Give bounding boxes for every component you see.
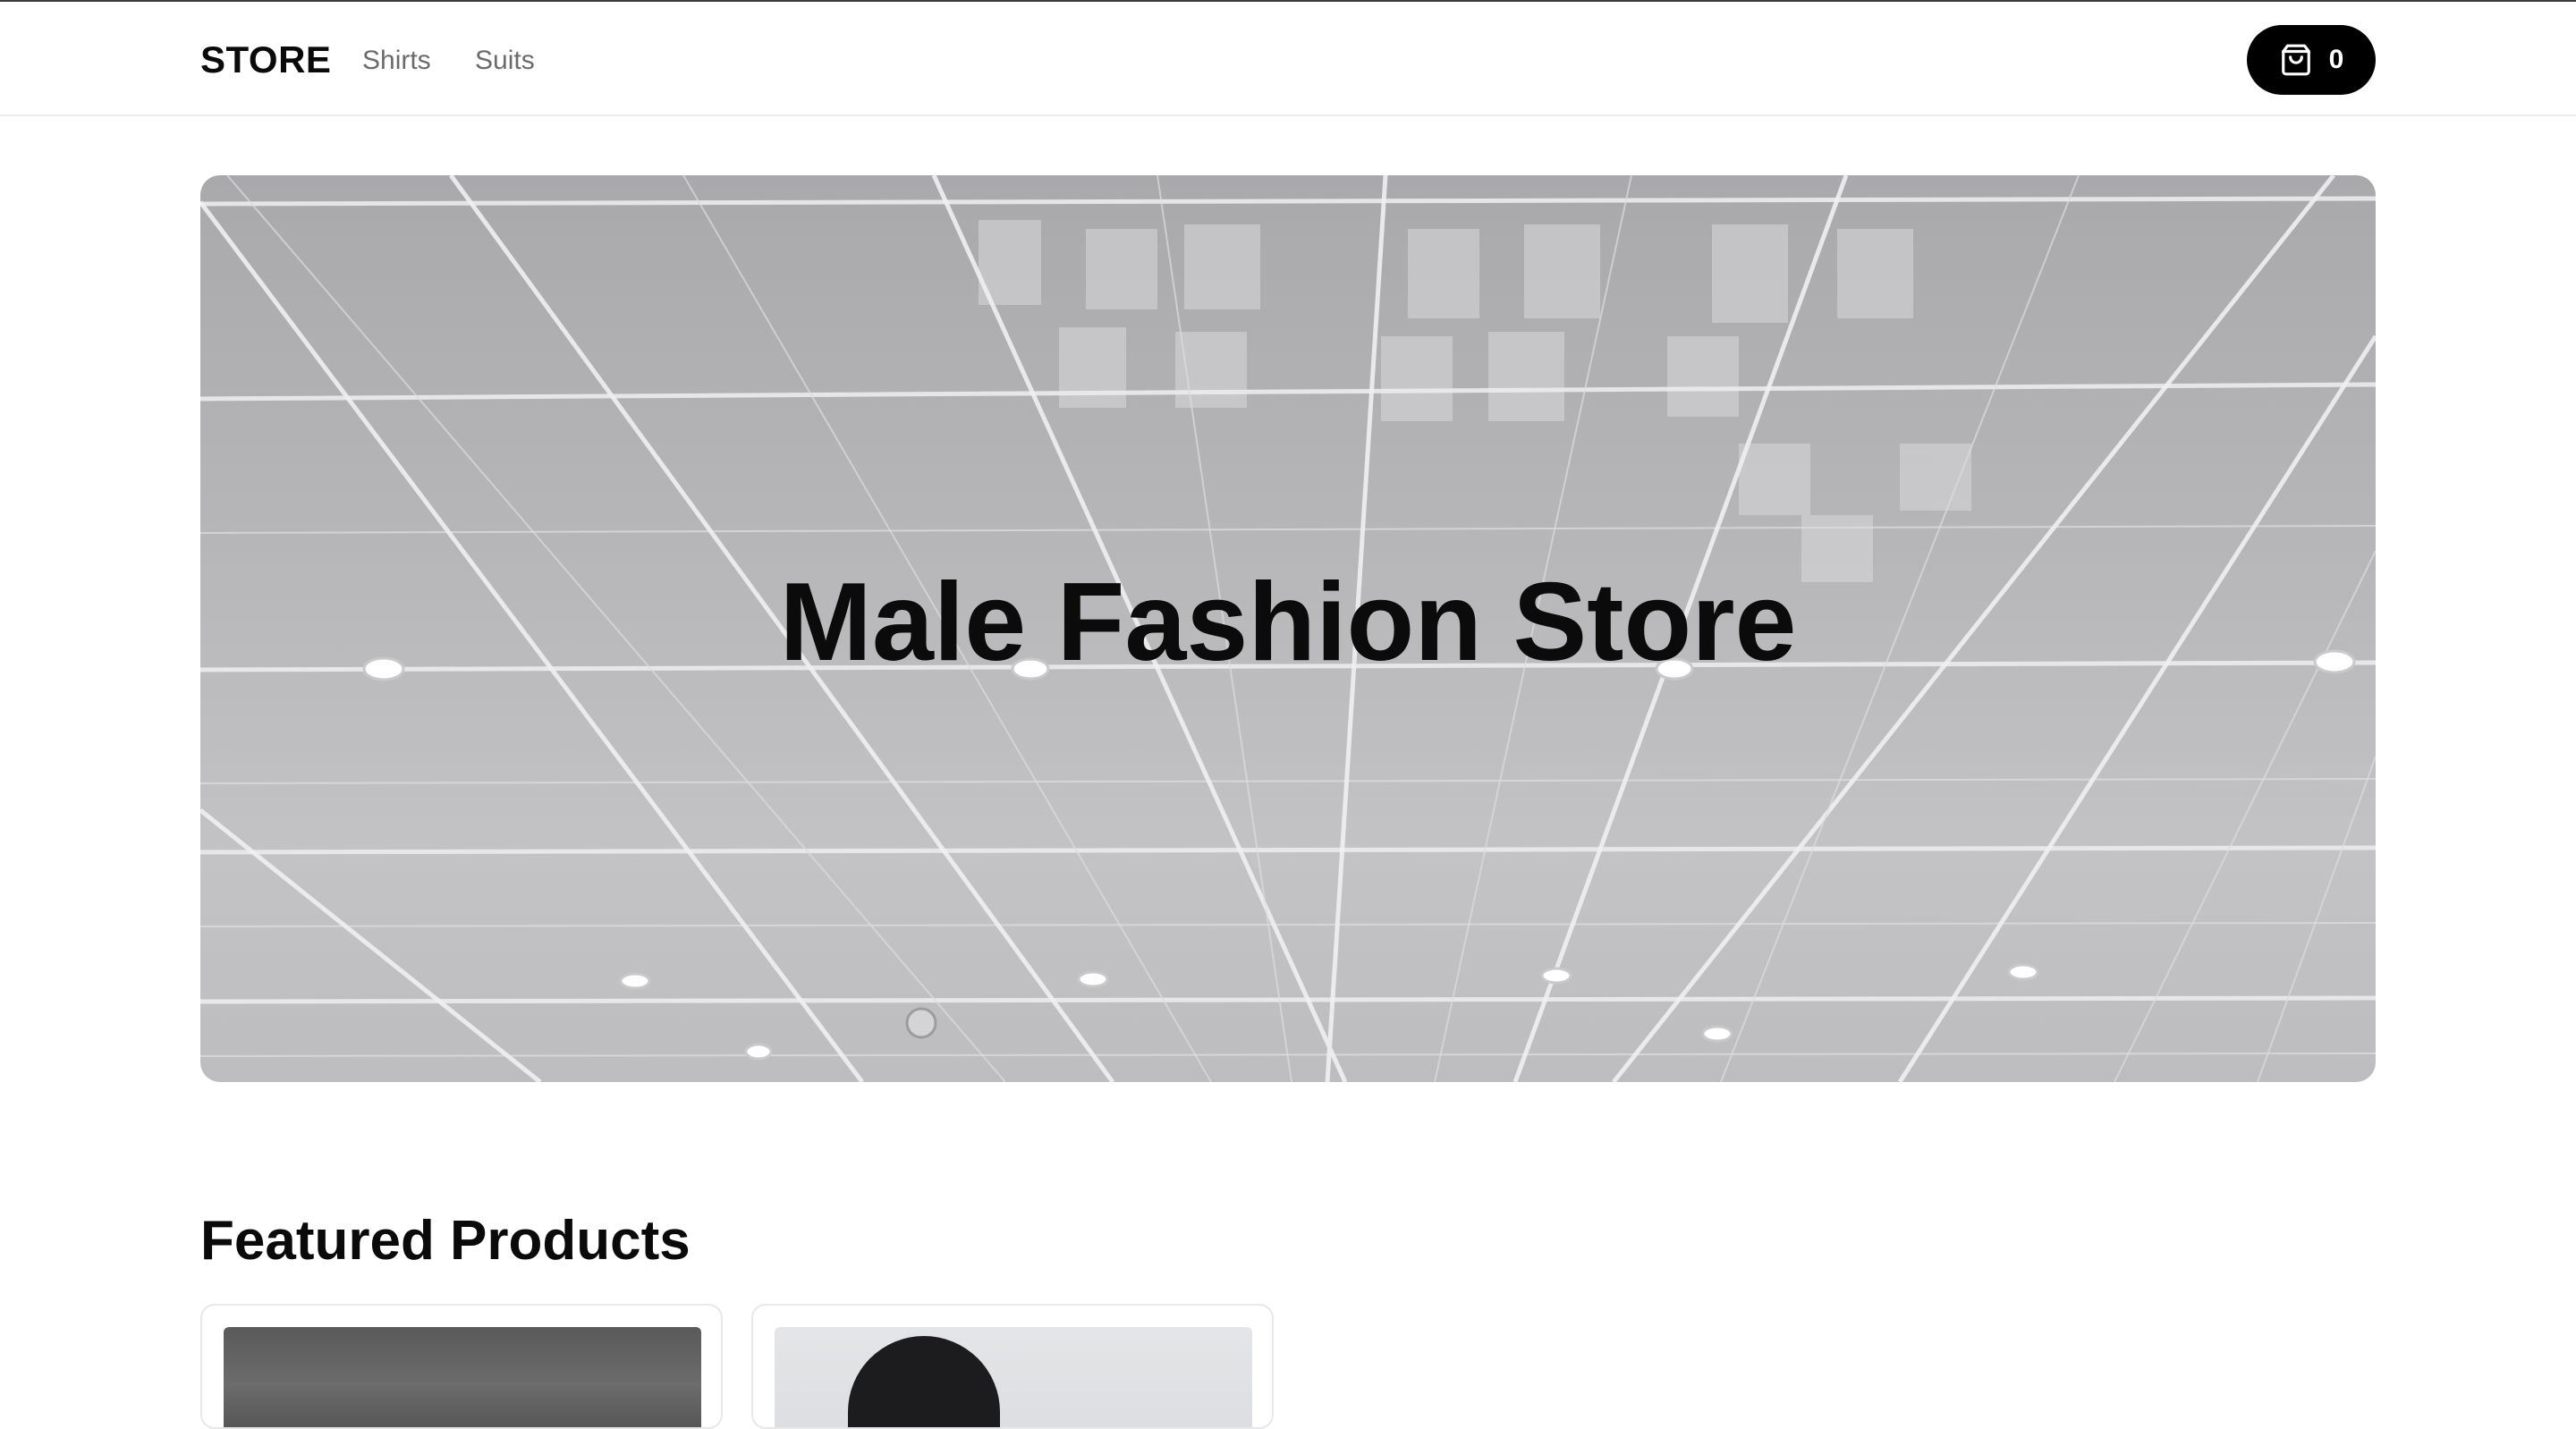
product-card[interactable] bbox=[200, 1304, 723, 1429]
hero-title: Male Fashion Store bbox=[779, 561, 1797, 684]
nav-link-shirts[interactable]: Shirts bbox=[362, 43, 431, 79]
featured-products-heading: Featured Products bbox=[200, 1210, 691, 1272]
cart-button[interactable]: 0 bbox=[2247, 25, 2376, 95]
model-head-silhouette bbox=[848, 1336, 1000, 1427]
brand-logo-link[interactable]: STORE bbox=[200, 36, 331, 84]
product-image[interactable] bbox=[775, 1327, 1252, 1427]
nav-link-suits[interactable]: Suits bbox=[475, 43, 535, 79]
shopping-bag-icon bbox=[2279, 43, 2313, 77]
product-image[interactable] bbox=[224, 1327, 701, 1427]
hero-banner: Male Fashion Store bbox=[200, 175, 2376, 1082]
cart-count: 0 bbox=[2328, 45, 2344, 74]
product-card[interactable] bbox=[751, 1304, 1274, 1429]
site-header: STORE Shirts Suits 0 bbox=[0, 2, 2576, 116]
